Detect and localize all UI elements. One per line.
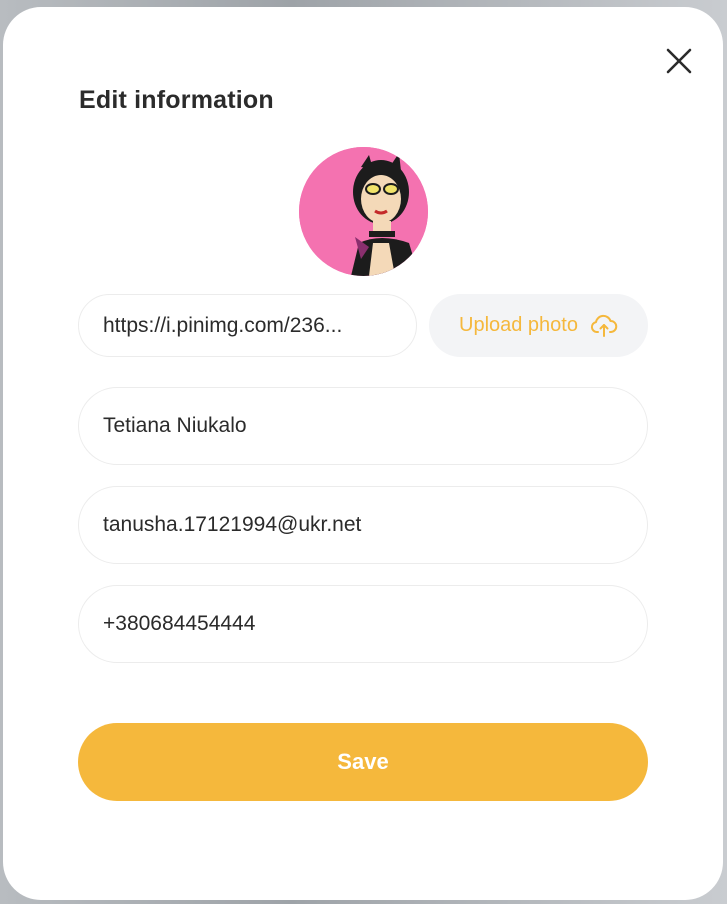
email-field[interactable] (78, 486, 648, 564)
upload-cloud-icon (590, 314, 618, 337)
edit-information-modal: Edit information Upload photo (3, 7, 723, 900)
save-button[interactable]: Save (78, 723, 648, 801)
name-field[interactable] (78, 387, 648, 465)
close-button[interactable] (659, 41, 699, 81)
email-input[interactable] (103, 513, 623, 537)
close-icon (666, 48, 692, 74)
upload-photo-label: Upload photo (459, 314, 578, 336)
upload-photo-button[interactable]: Upload photo (429, 294, 648, 357)
phone-field[interactable] (78, 585, 648, 663)
modal-title: Edit information (79, 86, 274, 114)
avatar-image (299, 147, 428, 276)
photo-url-field[interactable] (78, 294, 417, 357)
phone-input[interactable] (103, 612, 623, 636)
photo-url-input[interactable] (103, 313, 392, 338)
name-input[interactable] (103, 414, 623, 438)
avatar (299, 147, 428, 276)
